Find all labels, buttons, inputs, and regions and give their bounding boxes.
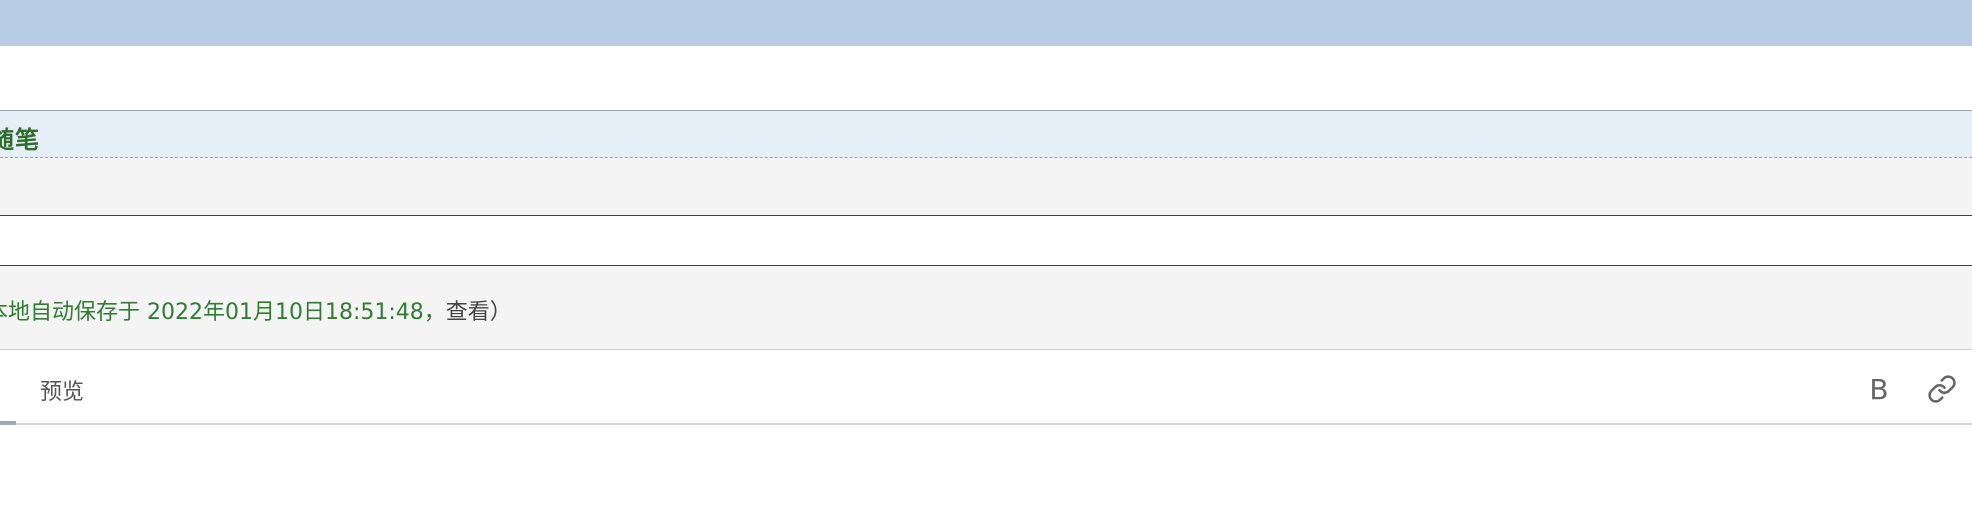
title-input-area[interactable] <box>0 158 1972 216</box>
link-button[interactable] <box>1925 372 1959 406</box>
editor-toolbar: 预览 B <box>0 350 1972 425</box>
bold-icon: B <box>1869 372 1889 406</box>
tags-input-area[interactable] <box>0 216 1972 266</box>
section-title: 随笔 <box>0 126 40 154</box>
link-icon <box>1928 375 1956 403</box>
top-bar <box>0 0 1972 46</box>
tab-preview[interactable]: 预览 <box>40 374 84 406</box>
bold-button[interactable]: B <box>1862 372 1896 406</box>
autosave-notice: 本地自动保存于 2022年01月10日18:51:48，查看） <box>0 266 1972 350</box>
autosave-close-paren: ） <box>489 300 512 325</box>
section-header: 随笔 <box>0 110 1972 158</box>
autosave-text-line: 本地自动保存于 2022年01月10日18:51:48，查看） <box>0 294 512 326</box>
autosave-view-link[interactable]: 查看 <box>446 300 490 325</box>
autosave-message: 本地自动保存于 2022年01月10日18:51:48， <box>0 300 446 325</box>
editor-textarea[interactable] <box>0 425 1972 520</box>
